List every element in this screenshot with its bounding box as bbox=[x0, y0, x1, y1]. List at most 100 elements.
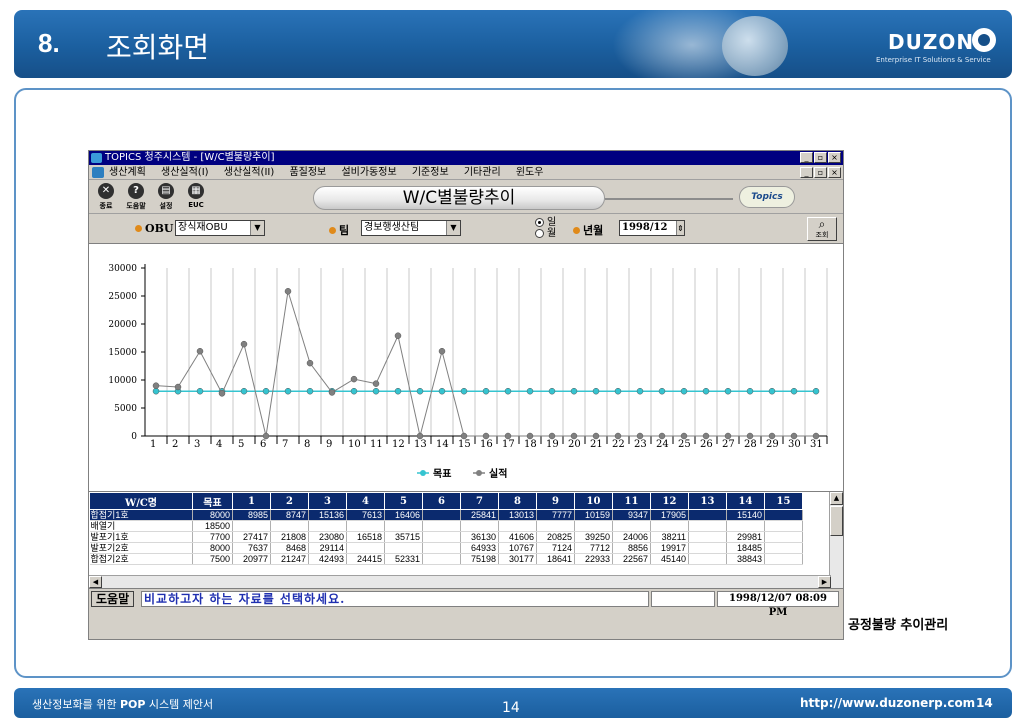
data-point bbox=[372, 380, 380, 387]
x-tick-label: 3 bbox=[194, 439, 200, 450]
data-point bbox=[284, 387, 292, 395]
help-toolbar-button[interactable]: ? 도움말 bbox=[123, 183, 149, 211]
table-cell: 15136 bbox=[308, 509, 347, 521]
column-header[interactable]: 1 bbox=[232, 492, 271, 510]
settings-button[interactable]: ▤ 설정 bbox=[153, 183, 179, 211]
column-header[interactable]: 5 bbox=[384, 492, 423, 510]
data-point bbox=[372, 387, 380, 395]
year-month-label: 년월 bbox=[573, 222, 603, 238]
radio-month-button[interactable] bbox=[535, 229, 544, 238]
scroll-left-icon[interactable]: ◀ bbox=[89, 576, 102, 588]
column-header[interactable]: 8 bbox=[498, 492, 537, 510]
menu-master-data[interactable]: 기준정보 bbox=[412, 167, 449, 178]
data-point bbox=[152, 387, 160, 395]
column-header[interactable]: 목표 bbox=[192, 492, 233, 510]
exit-icon: ✕ bbox=[98, 183, 114, 199]
y-tick-label: 0 bbox=[131, 432, 137, 442]
spinner-icon[interactable]: ⇕ bbox=[676, 221, 684, 235]
data-point bbox=[790, 432, 798, 440]
search-button[interactable]: ⌕ 조회 bbox=[807, 217, 837, 241]
obu-select[interactable]: 장식재OBU ▼ bbox=[175, 220, 265, 236]
window-titlebar[interactable]: TOPICS 청주시스템 - [W/C별불량추이] _ ▫ × bbox=[89, 151, 843, 165]
data-point bbox=[746, 432, 754, 440]
radio-month[interactable]: 월 bbox=[535, 228, 556, 239]
table-cell bbox=[346, 520, 385, 532]
data-point bbox=[592, 387, 600, 395]
x-tick-label: 12 bbox=[392, 439, 405, 450]
slide-number: 8. bbox=[38, 28, 60, 58]
legend-marker bbox=[476, 470, 482, 476]
table-cell: 17905 bbox=[650, 509, 689, 521]
x-tick-label: 2 bbox=[172, 439, 178, 450]
column-header[interactable]: 11 bbox=[612, 492, 651, 510]
table-cell: 25841 bbox=[460, 509, 499, 521]
column-header[interactable]: 9 bbox=[536, 492, 575, 510]
table-cell: 75198 bbox=[460, 553, 499, 565]
data-point bbox=[570, 387, 578, 395]
table-row[interactable]: 합접기1호 8000 8985 8747 15136 7613 16406 25841 1301… bbox=[89, 509, 803, 521]
column-header[interactable]: 2 bbox=[270, 492, 309, 510]
radio-day-button[interactable] bbox=[535, 218, 544, 227]
chevron-down-icon[interactable]: ▼ bbox=[250, 221, 264, 235]
help-button[interactable]: 도움말 bbox=[91, 591, 135, 607]
column-header[interactable]: 4 bbox=[346, 492, 385, 510]
table-row[interactable]: 발포기1호 7700 27417 21808 23080 16518 35715 36130 4… bbox=[89, 531, 803, 543]
table-cell: 64933 bbox=[460, 542, 499, 554]
year-month-input[interactable]: 1998/12 ⇕ bbox=[619, 220, 685, 236]
table-row[interactable]: 발포기2호 8000 7637 8468 29114 64933 10767 7124 7712… bbox=[89, 542, 803, 554]
team-select[interactable]: 경보행생산팀 ▼ bbox=[361, 220, 461, 236]
data-point bbox=[350, 387, 358, 395]
table-cell bbox=[688, 509, 727, 521]
close-button[interactable]: × bbox=[828, 152, 841, 163]
chevron-down-icon[interactable]: ▼ bbox=[446, 221, 460, 235]
bullet-icon bbox=[135, 225, 142, 232]
menu-production-result-2[interactable]: 생산실적(II) bbox=[224, 167, 275, 178]
y-tick-label: 20000 bbox=[108, 320, 137, 330]
euc-button[interactable]: ▦ EUC bbox=[183, 183, 209, 209]
scroll-up-icon[interactable]: ▲ bbox=[830, 492, 843, 505]
menu-equipment[interactable]: 설비가동정보 bbox=[341, 167, 396, 178]
child-maximize-button[interactable]: ▫ bbox=[814, 167, 827, 178]
table-cell: 8985 bbox=[232, 509, 271, 521]
bullet-icon bbox=[573, 227, 580, 234]
table-cell bbox=[764, 542, 803, 554]
table-cell bbox=[764, 531, 803, 543]
vertical-scrollbar[interactable]: ▲ bbox=[829, 492, 843, 588]
menu-production-plan[interactable]: 생산계획 bbox=[109, 167, 146, 178]
child-close-button[interactable]: × bbox=[828, 167, 841, 178]
data-point bbox=[548, 387, 556, 395]
search-label: 조회 bbox=[815, 231, 829, 239]
column-header[interactable]: 6 bbox=[422, 492, 461, 510]
child-minimize-button[interactable]: _ bbox=[800, 167, 813, 178]
column-header[interactable]: 12 bbox=[650, 492, 689, 510]
data-point bbox=[438, 387, 446, 395]
menu-production-result-1[interactable]: 생산실적(I) bbox=[161, 167, 209, 178]
table-cell bbox=[688, 542, 727, 554]
column-header[interactable]: 7 bbox=[460, 492, 499, 510]
scroll-thumb[interactable] bbox=[830, 506, 843, 536]
table-row[interactable]: 합접기2호 7500 20977 21247 42493 24415 52331 75198 3… bbox=[89, 553, 803, 565]
table-cell bbox=[270, 520, 309, 532]
menu-window[interactable]: 윈도우 bbox=[516, 167, 544, 178]
minimize-button[interactable]: _ bbox=[800, 152, 813, 163]
table-cell: 38211 bbox=[650, 531, 689, 543]
table-cell: 24415 bbox=[346, 553, 385, 565]
table-row[interactable]: 배열기 18500 bbox=[89, 520, 803, 532]
scroll-right-icon[interactable]: ▶ bbox=[818, 576, 831, 588]
column-header[interactable]: 10 bbox=[574, 492, 613, 510]
column-header[interactable]: 15 bbox=[764, 492, 803, 510]
column-header[interactable]: 13 bbox=[688, 492, 727, 510]
footer-page-right: 14 bbox=[976, 696, 993, 710]
horizontal-scrollbar[interactable]: ◀ ▶ bbox=[89, 575, 831, 588]
table-cell: 35715 bbox=[384, 531, 423, 543]
column-header[interactable]: 3 bbox=[308, 492, 347, 510]
exit-button[interactable]: ✕ 종료 bbox=[93, 183, 119, 211]
maximize-button[interactable]: ▫ bbox=[814, 152, 827, 163]
data-point bbox=[218, 390, 226, 397]
menu-other[interactable]: 기타관리 bbox=[464, 167, 501, 178]
radio-day[interactable]: 일 bbox=[535, 217, 556, 228]
column-header[interactable]: 14 bbox=[726, 492, 765, 510]
menu-quality[interactable]: 품질정보 bbox=[289, 167, 326, 178]
table-cell: 8468 bbox=[270, 542, 309, 554]
column-header[interactable]: W/C명 bbox=[89, 492, 193, 510]
